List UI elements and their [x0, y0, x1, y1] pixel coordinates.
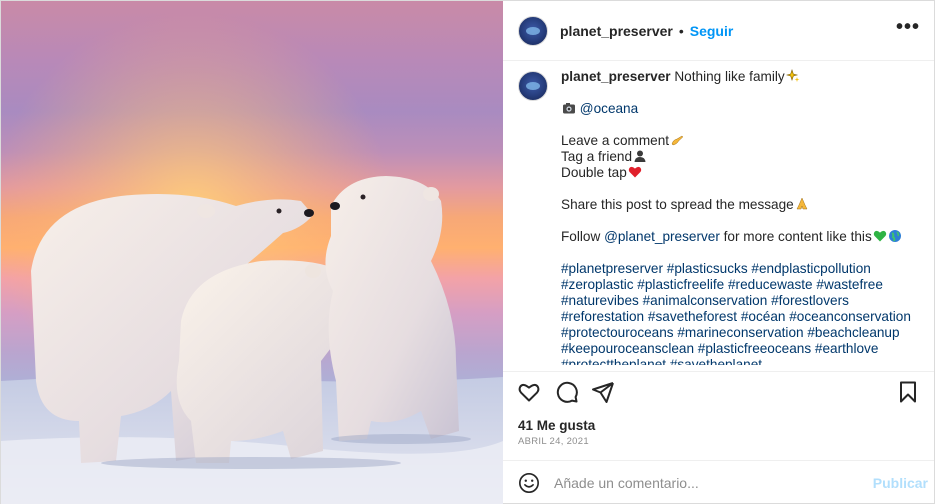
caption-username[interactable]: planet_preserver	[561, 69, 671, 84]
emoji-icon[interactable]	[518, 472, 540, 494]
separator-dot: •	[678, 22, 684, 39]
follow-suffix-text: for more content like this	[719, 229, 872, 244]
comment-input[interactable]	[554, 475, 854, 491]
red-heart-icon	[628, 166, 641, 178]
more-options-icon[interactable]: •••	[896, 17, 920, 37]
camera-icon	[563, 103, 575, 114]
share-icon[interactable]	[591, 380, 615, 404]
bookmark-icon[interactable]	[896, 380, 920, 404]
post-side-panel: planet_preserver • Seguir ••• planet_pre…	[503, 1, 934, 504]
instagram-post: planet_preserver • Seguir ••• planet_pre…	[0, 0, 935, 504]
leave-comment-text: Leave a comment	[561, 133, 670, 148]
header-username[interactable]: planet_preserver	[560, 23, 673, 39]
writing-hand-icon	[671, 135, 684, 146]
post-photo[interactable]	[1, 1, 503, 504]
caption-body: planet_preserver Nothing like family @oc…	[561, 69, 916, 365]
follow-handle-link[interactable]: @planet_preserver	[604, 229, 720, 244]
avatar[interactable]	[518, 15, 548, 46]
follow-button[interactable]: Seguir	[690, 23, 734, 39]
polar-bears-image	[1, 1, 503, 504]
person-icon	[634, 150, 646, 162]
hashtags[interactable]: #planetpreserver #plasticsucks #endplast…	[561, 261, 916, 365]
post-header: planet_preserver • Seguir •••	[503, 1, 934, 61]
likes-count[interactable]: 41 Me gusta	[518, 418, 595, 433]
follow-prefix-text: Follow	[561, 229, 605, 244]
heart-icon[interactable]	[517, 380, 541, 404]
photo-credit[interactable]: @oceana	[580, 101, 638, 116]
sparkles-icon	[785, 69, 800, 82]
folded-hands-icon	[796, 197, 808, 210]
post-date: ABRIL 24, 2021	[518, 436, 589, 447]
action-bar	[503, 371, 934, 411]
caption-first-line: Nothing like family	[674, 69, 785, 84]
post-caption: planet_preserver Nothing like family @oc…	[518, 69, 923, 365]
caption-avatar[interactable]	[518, 71, 548, 101]
share-text: Share this post to spread the message	[561, 197, 794, 212]
globe-icon	[888, 230, 901, 242]
comment-bar: Publicar	[503, 460, 934, 504]
green-heart-icon	[873, 230, 886, 242]
comment-icon[interactable]	[555, 380, 579, 404]
tag-friend-text: Tag a friend	[561, 149, 633, 164]
double-tap-text: Double tap	[561, 165, 627, 180]
publish-button[interactable]: Publicar	[873, 475, 928, 491]
